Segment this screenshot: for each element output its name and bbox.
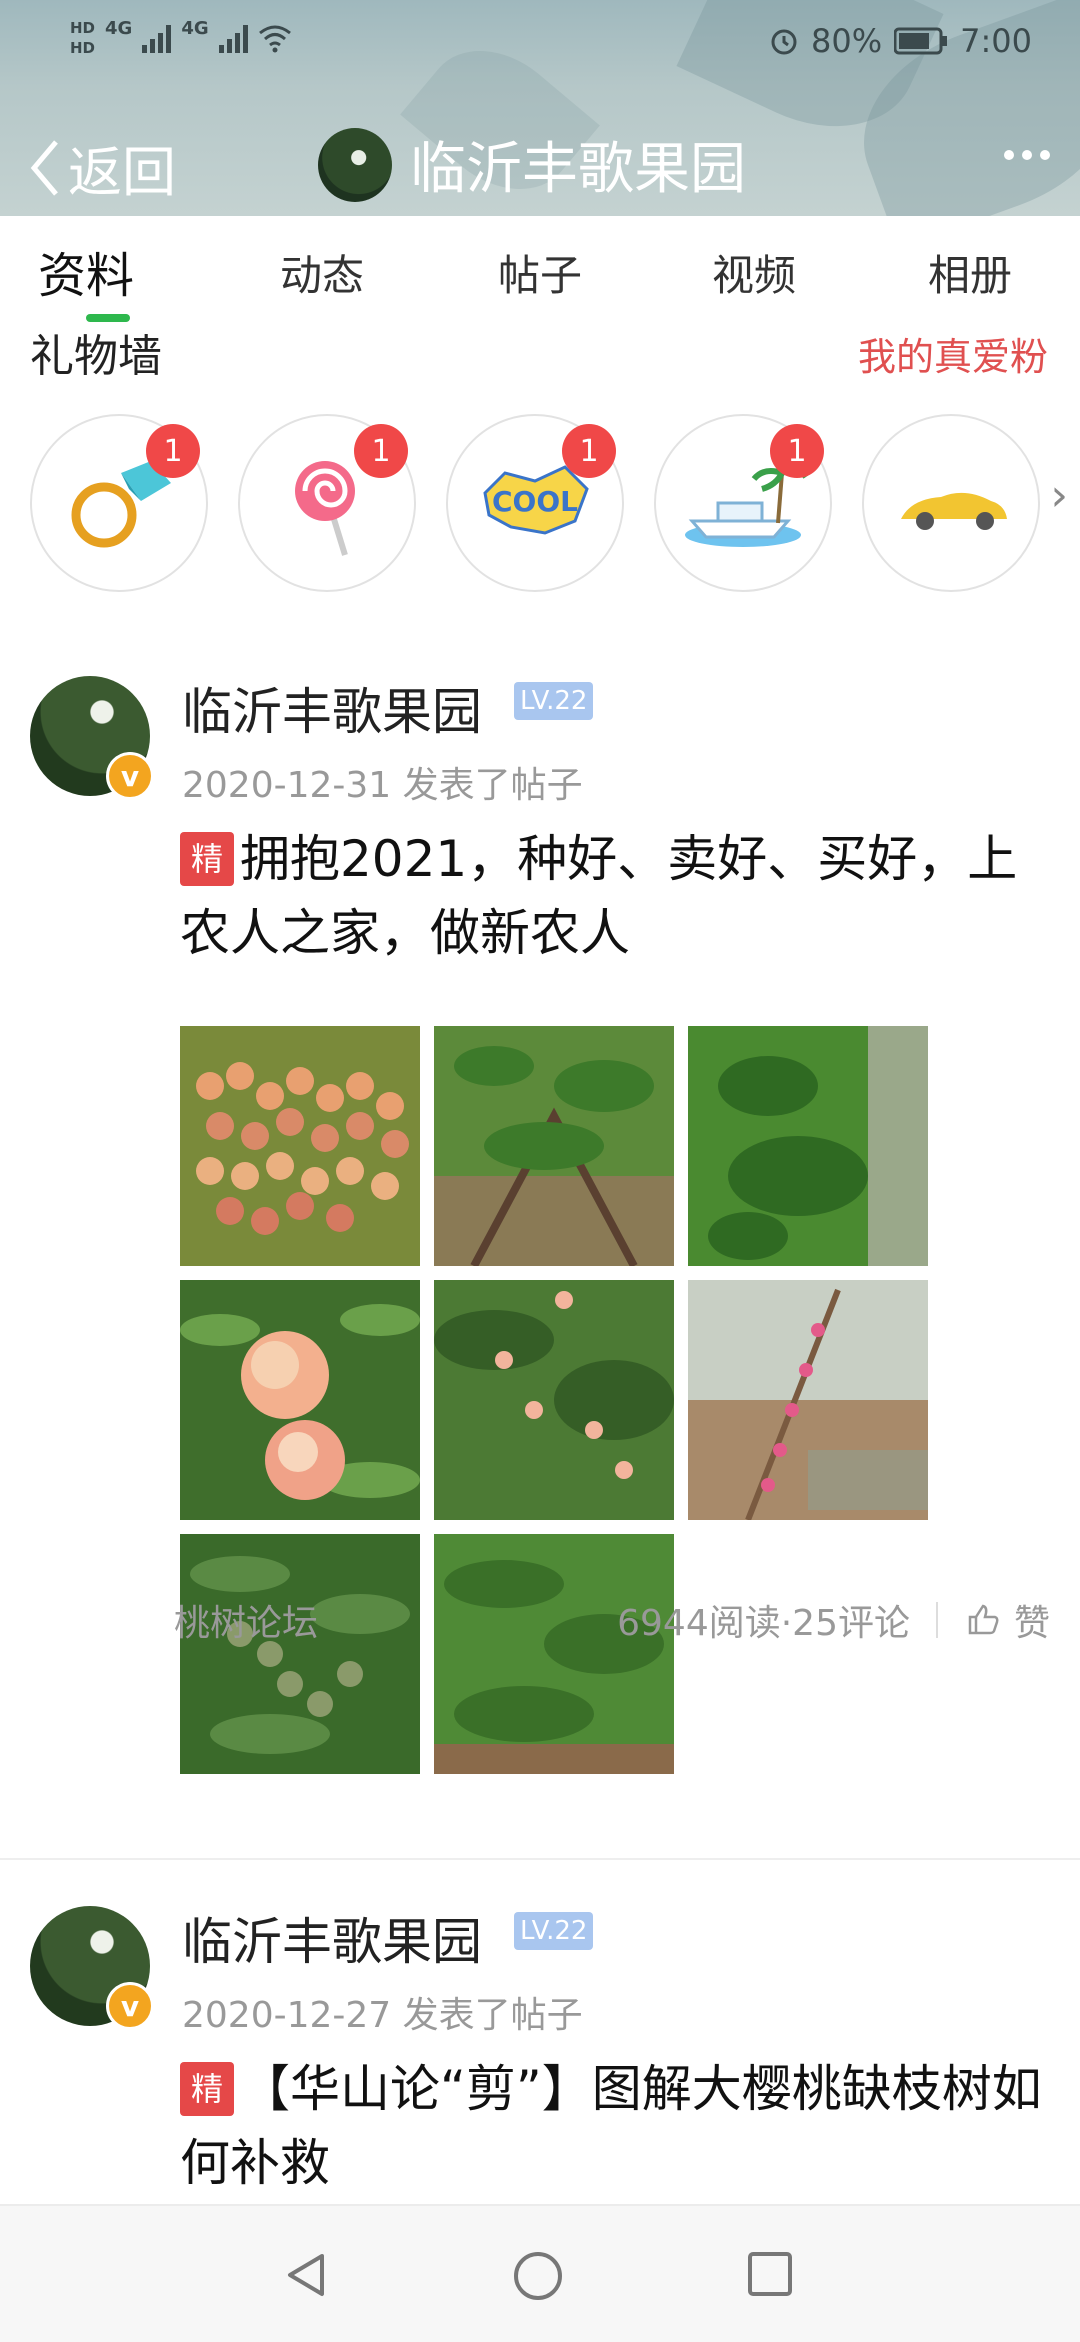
gift-item[interactable]: COOL 1 (446, 414, 624, 592)
forum-link[interactable]: 桃树论坛 (174, 1594, 318, 1646)
post-meta: 2020-12-27 发表了帖子 (182, 1995, 583, 2036)
home-nav-icon[interactable] (512, 2250, 564, 2302)
system-nav-bar (0, 2204, 1080, 2342)
post-author[interactable]: 临沂丰歌果园 (182, 1902, 482, 1974)
post-text[interactable]: 精【华山论“剪”】图解大樱桃缺枝树如何补救 (180, 2052, 1060, 2200)
post-image[interactable] (434, 1534, 674, 1774)
post-divider (0, 1858, 1080, 1860)
profile-tabs: 资料 动态 帖子 视频 相册 (0, 230, 1080, 320)
post-image-grid (180, 1026, 928, 1774)
featured-badge: 精 (180, 832, 234, 886)
level-badge: LV.22 (514, 1912, 594, 1950)
post-meta: 2020-12-31 发表了帖子 (182, 765, 583, 806)
network-type: 4G (181, 18, 209, 39)
gift-wall: 1 1 COOL 1 1 (30, 414, 1080, 594)
more-options-icon[interactable] (1004, 150, 1050, 160)
post-footer: 桃树论坛 6944阅读·25评论 赞 (174, 1594, 1050, 1654)
post-image[interactable] (434, 1026, 674, 1266)
post-card[interactable]: v 临沂丰歌果园 LV.22 2020-12-31 发表了帖子 精拥抱2021，… (0, 676, 1080, 1856)
tab-albums[interactable]: 相册 (928, 242, 1012, 303)
post-image[interactable] (688, 1280, 928, 1520)
post-card[interactable]: v 临沂丰歌果园 LV.22 2020-12-27 发表了帖子 精【华山论“剪”… (0, 1906, 1080, 2206)
alarm-icon (771, 29, 797, 55)
like-label: 赞 (1013, 1603, 1050, 1644)
signal-icon (218, 23, 248, 53)
post-text[interactable]: 精拥抱2021，种好、卖好、买好，上农人之家，做新农人 (180, 822, 1060, 970)
post-title: 【华山论“剪”】图解大樱桃缺枝树如何补救 (180, 2060, 1042, 2192)
post-title: 拥抱2021，种好、卖好、买好，上农人之家，做新农人 (180, 830, 1018, 962)
gift-item[interactable]: 1 (654, 414, 832, 592)
post-image[interactable] (180, 1534, 420, 1774)
gift-count-badge: 1 (354, 424, 408, 478)
avatar[interactable] (318, 127, 392, 202)
gift-count-badge: 1 (770, 424, 824, 478)
verified-badge-icon: v (106, 1982, 154, 2030)
clock: 7:00 (960, 22, 1032, 60)
tab-videos[interactable]: 视频 (712, 242, 796, 303)
level-badge: LV.22 (514, 682, 594, 720)
post-image[interactable] (180, 1280, 420, 1520)
post-image[interactable] (434, 1280, 674, 1520)
gift-item[interactable]: 1 (238, 414, 416, 592)
network-type: 4G (105, 18, 133, 39)
post-image[interactable] (688, 1026, 928, 1266)
verified-badge-icon: v (106, 752, 154, 800)
tab-activity[interactable]: 动态 (280, 242, 364, 303)
hd-indicator: HD HD (70, 19, 96, 57)
post-image[interactable] (180, 1026, 420, 1266)
tab-profile-info[interactable]: 资料 (38, 236, 134, 306)
gift-count-badge: 1 (562, 424, 616, 478)
battery-percent: 80% (811, 22, 883, 60)
signal-icon (142, 23, 172, 53)
post-stats: 6944阅读·25评论 (617, 1603, 910, 1644)
recents-nav-icon[interactable] (746, 2250, 794, 2298)
chevron-left-icon (30, 139, 58, 196)
gift-count-badge: 1 (146, 424, 200, 478)
tab-posts[interactable]: 帖子 (498, 242, 582, 303)
post-author[interactable]: 临沂丰歌果园 (182, 672, 482, 744)
nav-bar: 返回 临沂丰歌果园 (0, 110, 1080, 210)
divider (936, 1602, 938, 1638)
status-bar: HD HD 4G 4G 80% 7:00 (0, 0, 1080, 90)
gift-wall-title: 礼物墙 (30, 331, 162, 382)
back-label: 返回 (68, 141, 176, 204)
profile-title: 临沂丰歌果园 (318, 124, 746, 205)
gift-item[interactable]: 1 (30, 414, 208, 592)
battery-icon (894, 27, 948, 55)
app-header: HD HD 4G 4G 80% 7:00 返回 临沂丰歌果园 (0, 0, 1080, 216)
featured-badge: 精 (180, 2062, 234, 2116)
wifi-icon (258, 25, 291, 53)
true-fans-link[interactable]: 我的真爱粉 (858, 326, 1048, 381)
svg-text:COOL: COOL (492, 485, 578, 518)
back-nav-icon[interactable] (282, 2250, 332, 2300)
back-button[interactable]: 返回 (28, 128, 176, 207)
gift-item[interactable] (862, 414, 1040, 592)
thumbs-up-icon (968, 1604, 999, 1635)
like-button[interactable]: 赞 (966, 1594, 1050, 1646)
sports-car-gift-icon (901, 492, 1007, 530)
page-title: 临沂丰歌果园 (410, 137, 746, 202)
chevron-right-icon[interactable]: › (1050, 470, 1068, 521)
